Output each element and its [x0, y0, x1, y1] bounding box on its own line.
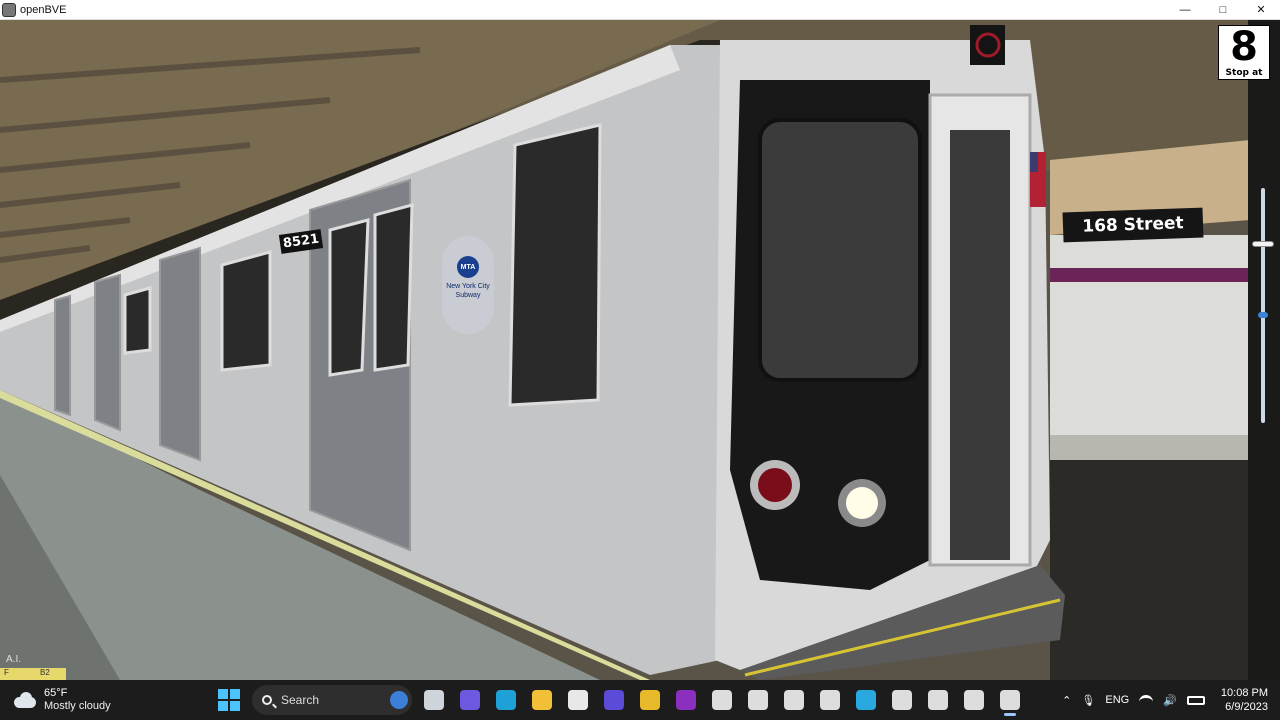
- taskbar-button-openbve-active[interactable]: [992, 682, 1028, 718]
- taskbar-button-recorder[interactable]: [920, 682, 956, 718]
- window-title: openBVE: [20, 3, 67, 16]
- edge-icon: [496, 690, 516, 710]
- taskbar-button-store[interactable]: [560, 682, 596, 718]
- clock-date: 6/9/2023: [1225, 701, 1268, 713]
- bing-icon: [390, 691, 408, 709]
- nyc-subway-logo: MTA New York City Subway: [442, 236, 494, 334]
- taskbar-button-chrome[interactable]: [632, 682, 668, 718]
- taskbar-button-onenote[interactable]: [668, 682, 704, 718]
- taskbar-button-openbve-3[interactable]: [776, 682, 812, 718]
- nyc-subway-text: New York City Subway: [446, 283, 490, 299]
- window-controls: — □ ✕: [1166, 0, 1280, 20]
- store-icon: [568, 690, 588, 710]
- pinned-apps: [416, 682, 1028, 718]
- stop-number: 8: [1230, 24, 1258, 70]
- ai-label: A.I.: [6, 654, 22, 665]
- openbve-icon-active: [1000, 690, 1020, 710]
- wall-stripe: [1050, 268, 1250, 282]
- openbve-icon-2: [748, 690, 768, 710]
- taskbar-button-openbve-5[interactable]: [884, 682, 920, 718]
- taskview-icon: [424, 690, 444, 710]
- close-button[interactable]: ✕: [1242, 0, 1280, 20]
- mta-badge: MTA: [457, 256, 479, 278]
- openbve-window: openBVE — □ ✕ 8 Stop at 168 Street 8521 …: [0, 0, 1280, 720]
- title-bar[interactable]: openBVE — □ ✕: [0, 0, 1280, 20]
- chrome-icon: [640, 690, 660, 710]
- search-label: Search: [281, 693, 320, 707]
- simulator-viewport[interactable]: 8 Stop at 168 Street 8521 MTA New York C…: [0, 20, 1280, 680]
- track-area: [1050, 460, 1250, 680]
- system-tray: ⌃ 🎙 ENG 🔊 10:08 PM 6/9/2023: [1062, 686, 1268, 714]
- openbve-icon-3: [784, 690, 804, 710]
- taskbar-button-design-app[interactable]: [596, 682, 632, 718]
- windows-taskbar: 65°F Mostly cloudy Search ⌃ 🎙 ENG 🔊 10:0…: [0, 680, 1280, 720]
- red-marker-light: [758, 468, 792, 502]
- far-tile-wall: [1050, 235, 1250, 435]
- taskbar-button-kodi[interactable]: [848, 682, 884, 718]
- ai-bar-right: B2: [40, 668, 50, 677]
- taskbar-button-openbve-2[interactable]: [740, 682, 776, 718]
- taskbar-button-openbve-4[interactable]: [812, 682, 848, 718]
- slider-track[interactable]: [1261, 188, 1265, 423]
- ai-status-bar: F B2: [0, 668, 66, 680]
- chat-icon: [460, 690, 480, 710]
- clock-time: 10:08 PM: [1220, 687, 1268, 699]
- openbve-icon-4: [820, 690, 840, 710]
- recorder-icon: [928, 690, 948, 710]
- stop-label: Stop at: [1225, 68, 1263, 78]
- windows-logo-icon: [218, 689, 228, 699]
- taskbar-button-openbve-1[interactable]: [704, 682, 740, 718]
- station-sign: 168 Street: [1062, 207, 1204, 243]
- file-explorer-icon: [532, 690, 552, 710]
- wifi-icon[interactable]: [1139, 695, 1154, 705]
- cloud-icon: [14, 691, 38, 709]
- search-box[interactable]: Search: [252, 685, 412, 715]
- subway-scene: [0, 20, 1280, 680]
- openbve-icon-6: [964, 690, 984, 710]
- minimize-button[interactable]: —: [1166, 0, 1204, 20]
- design-app-icon: [604, 690, 624, 710]
- onenote-icon: [676, 690, 696, 710]
- language-indicator[interactable]: ENG: [1105, 694, 1129, 706]
- kodi-icon: [856, 690, 876, 710]
- clock[interactable]: 10:08 PM 6/9/2023: [1221, 686, 1268, 714]
- volume-icon[interactable]: 🔊: [1163, 694, 1177, 707]
- front-windshield: [758, 118, 922, 382]
- slider-marker: [1258, 312, 1268, 318]
- taskbar-button-taskview[interactable]: [416, 682, 452, 718]
- side-slider[interactable]: [1252, 188, 1274, 423]
- taskbar-button-edge[interactable]: [488, 682, 524, 718]
- taskbar-button-chat[interactable]: [452, 682, 488, 718]
- openbve-icon-1: [712, 690, 732, 710]
- taskbar-button-openbve-6[interactable]: [956, 682, 992, 718]
- battery-icon[interactable]: [1186, 695, 1205, 705]
- weather-widget[interactable]: 65°F Mostly cloudy: [14, 687, 204, 713]
- openbve-app-icon: [2, 2, 16, 17]
- openbve-icon-5: [892, 690, 912, 710]
- start-button[interactable]: [218, 689, 240, 711]
- tray-chevron-icon[interactable]: ⌃: [1062, 694, 1071, 707]
- stop-marker-box: 8 Stop at: [1218, 25, 1270, 80]
- ai-bar-left: F: [4, 668, 9, 677]
- weather-temp: 65°F: [44, 687, 68, 699]
- maximize-button[interactable]: □: [1204, 0, 1242, 20]
- weather-condition: Mostly cloudy: [44, 700, 111, 712]
- headlight: [846, 487, 878, 519]
- search-icon: [262, 695, 272, 705]
- slider-thumb[interactable]: [1252, 241, 1274, 247]
- front-door-window: [950, 130, 1010, 560]
- taskbar-button-file-explorer[interactable]: [524, 682, 560, 718]
- microphone-icon[interactable]: 🎙: [1081, 694, 1095, 707]
